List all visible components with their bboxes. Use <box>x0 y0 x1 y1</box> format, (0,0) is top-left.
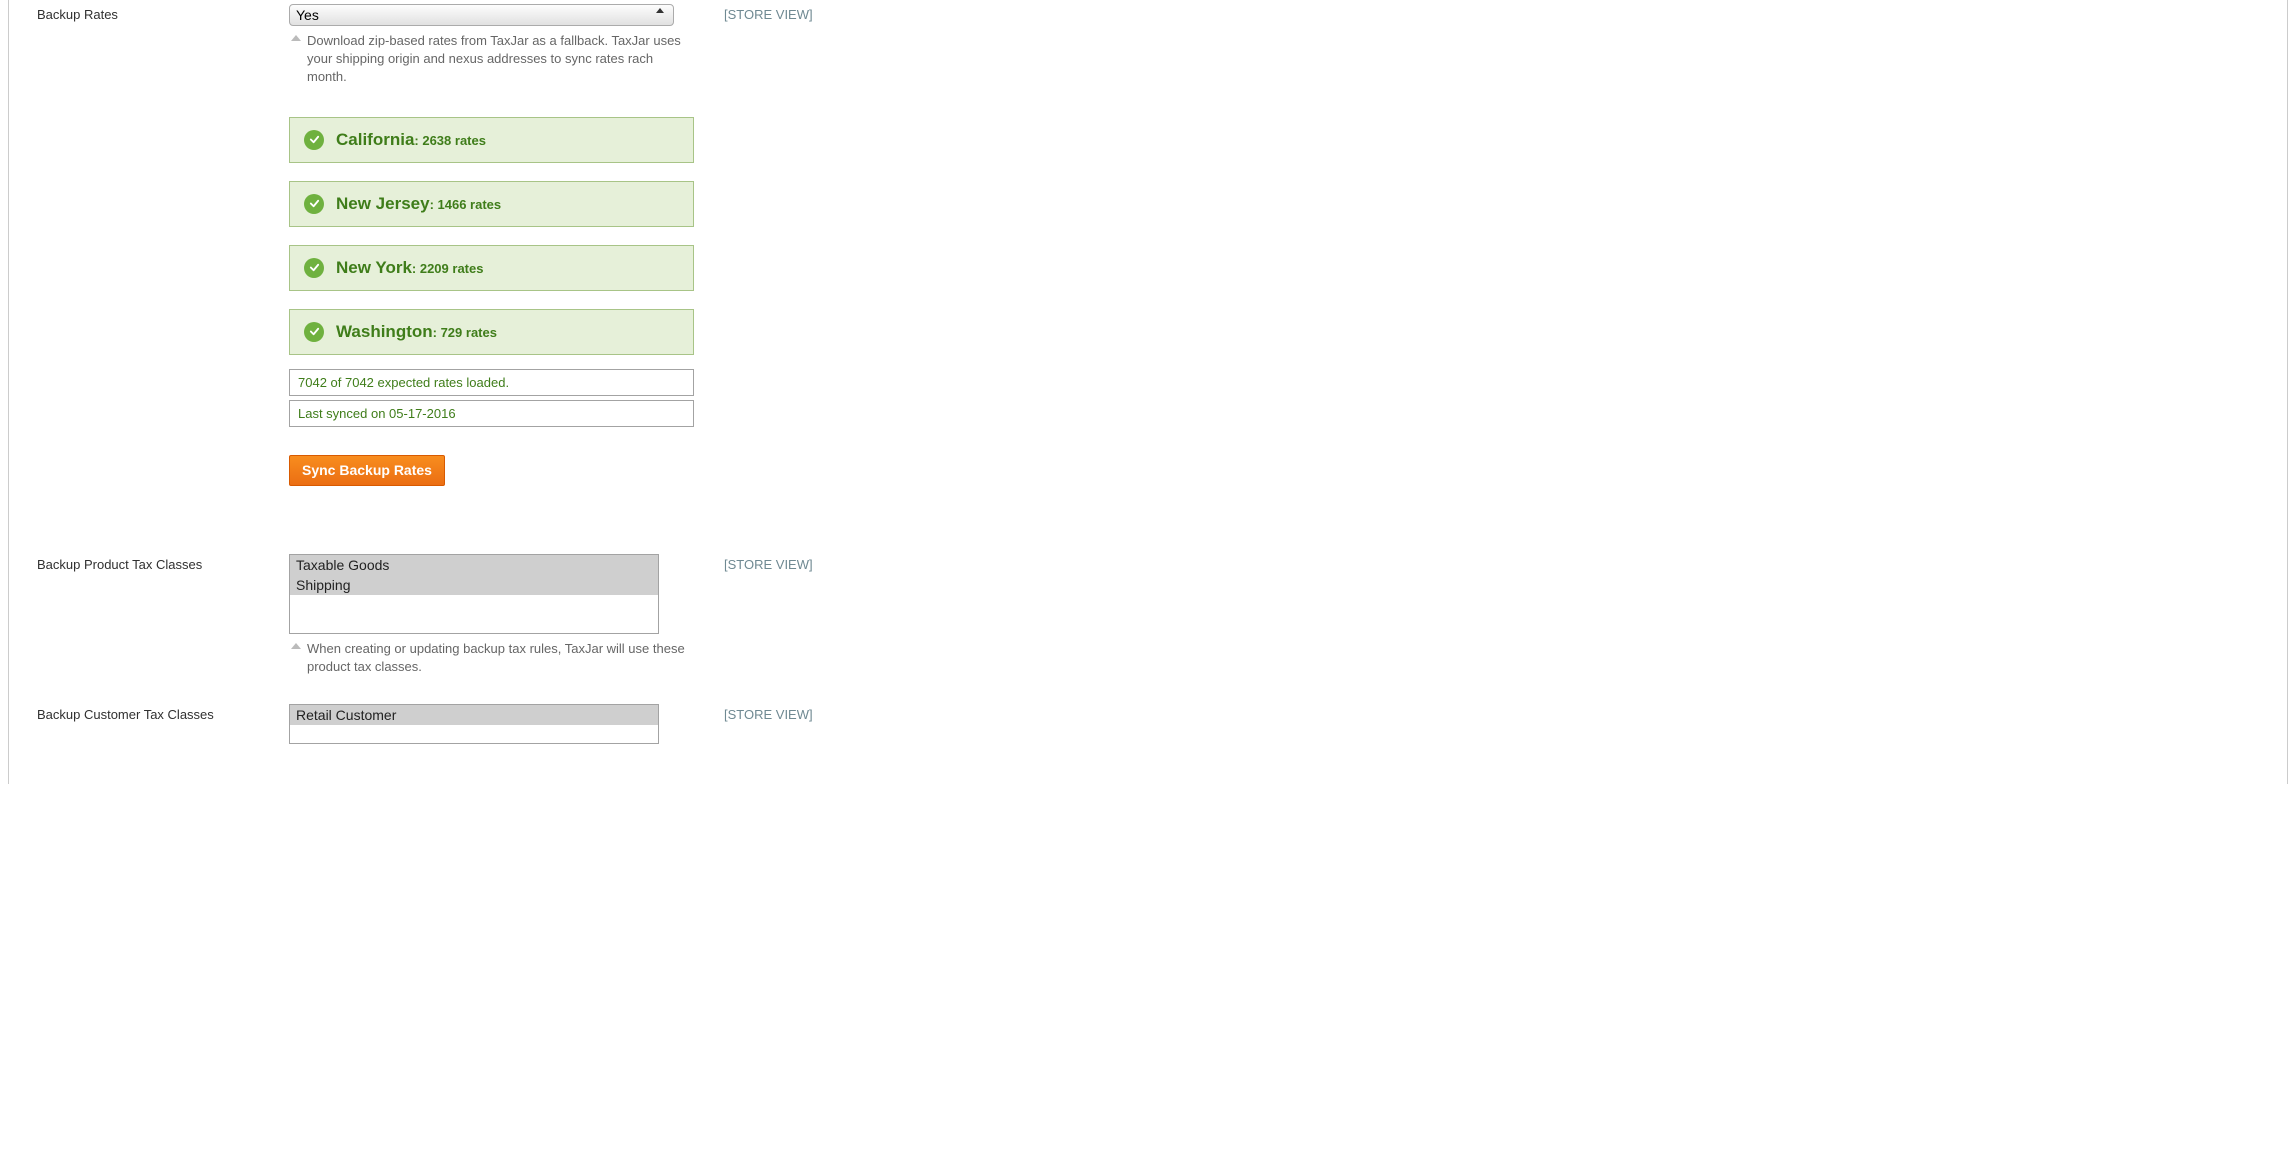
rate-card: California: 2638 rates <box>289 117 694 163</box>
product-tax-classes-multiselect[interactable]: Taxable GoodsShipping <box>289 554 659 634</box>
control-backup-rates: Yes Download zip-based rates from TaxJar… <box>289 4 694 486</box>
last-synced-line: Last synced on 05-17-2016 <box>289 400 694 427</box>
backup-rates-select-wrap: Yes <box>289 4 674 26</box>
rate-state-text: New York: 2209 rates <box>336 258 483 278</box>
row-product-tax-classes: Backup Product Tax Classes Taxable Goods… <box>9 550 2287 680</box>
rate-state-text: New Jersey: 1466 rates <box>336 194 501 214</box>
rate-state-text: Washington: 729 rates <box>336 322 497 342</box>
label-backup-rates: Backup Rates <box>9 4 289 22</box>
label-customer-tax-classes: Backup Customer Tax Classes <box>9 704 289 722</box>
triangle-up-icon <box>291 35 301 41</box>
multiselect-option[interactable]: Retail Customer <box>290 705 658 725</box>
rate-card: New Jersey: 1466 rates <box>289 181 694 227</box>
check-circle-icon <box>304 322 324 342</box>
label-product-tax-classes: Backup Product Tax Classes <box>9 554 289 572</box>
scope-label: [STORE VIEW] <box>694 704 813 722</box>
scope-label: [STORE VIEW] <box>694 4 813 22</box>
multiselect-option[interactable]: Shipping <box>290 575 658 595</box>
control-product-tax-classes: Taxable GoodsShipping When creating or u… <box>289 554 694 676</box>
scope-label: [STORE VIEW] <box>694 554 813 572</box>
control-customer-tax-classes: Retail Customer <box>289 704 694 744</box>
row-customer-tax-classes: Backup Customer Tax Classes Retail Custo… <box>9 700 2287 748</box>
check-circle-icon <box>304 194 324 214</box>
product-tax-classes-note-container: When creating or updating backup tax rul… <box>289 634 694 676</box>
rates-loaded-line: 7042 of 7042 expected rates loaded. <box>289 369 694 396</box>
row-backup-rates: Backup Rates Yes Download zip-based rate… <box>9 0 2287 490</box>
check-circle-icon <box>304 130 324 150</box>
triangle-up-icon <box>291 643 301 649</box>
check-circle-icon <box>304 258 324 278</box>
backup-rates-note: Download zip-based rates from TaxJar as … <box>307 33 681 84</box>
backup-rates-select[interactable]: Yes <box>289 4 674 26</box>
backup-rates-note-container: Download zip-based rates from TaxJar as … <box>289 26 694 87</box>
rate-state-text: California: 2638 rates <box>336 130 486 150</box>
sync-backup-rates-button[interactable]: Sync Backup Rates <box>289 455 445 486</box>
rate-card: Washington: 729 rates <box>289 309 694 355</box>
product-tax-classes-note: When creating or updating backup tax rul… <box>307 641 685 674</box>
rate-card: New York: 2209 rates <box>289 245 694 291</box>
customer-tax-classes-multiselect[interactable]: Retail Customer <box>289 704 659 744</box>
multiselect-option[interactable]: Taxable Goods <box>290 555 658 575</box>
